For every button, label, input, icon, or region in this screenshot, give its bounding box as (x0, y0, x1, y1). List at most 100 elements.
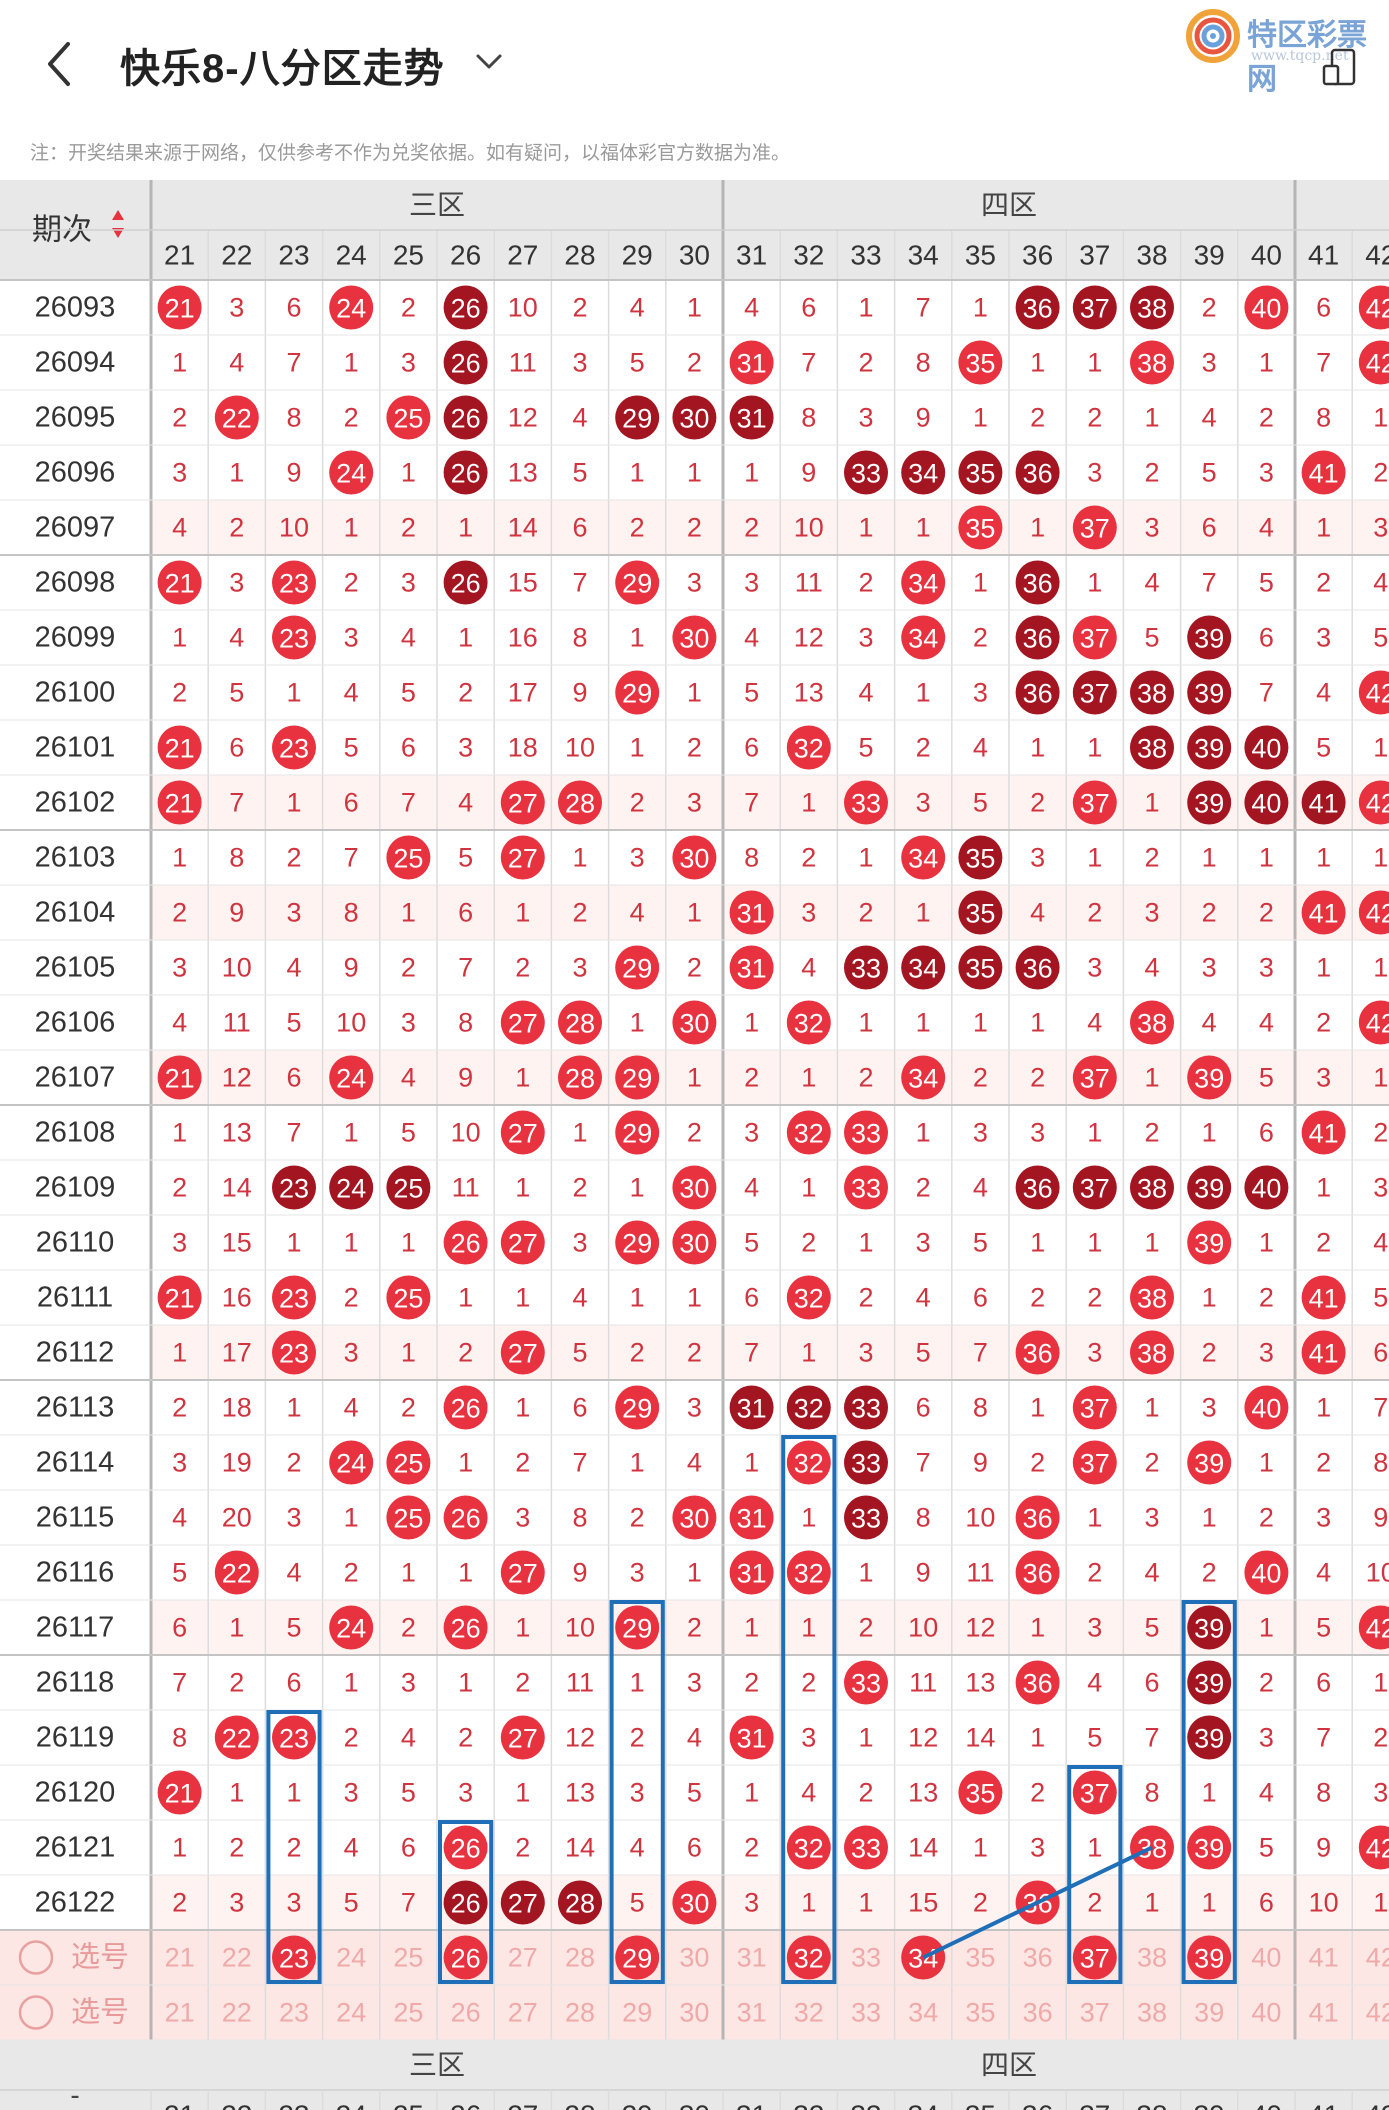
miss-count[interactable]: 13 (222, 1118, 252, 1148)
miss-count[interactable]: 1 (1202, 1283, 1217, 1313)
hit-number[interactable]: 28 (565, 1009, 595, 1039)
miss-count[interactable]: 2 (687, 1118, 702, 1148)
miss-count[interactable]: 1 (1030, 1723, 1045, 1753)
miss-count[interactable]: 1 (801, 1338, 816, 1368)
miss-count[interactable]: 1 (515, 1613, 530, 1643)
hit-number[interactable]: 35 (965, 1779, 995, 1809)
miss-count[interactable]: 10 (1309, 1888, 1339, 1918)
miss-count[interactable]: 1 (344, 1668, 359, 1698)
miss-count[interactable]: 1 (1144, 788, 1159, 818)
miss-count[interactable]: 5 (1087, 1723, 1102, 1753)
miss-count[interactable]: 5 (973, 1228, 988, 1258)
miss-count[interactable]: 4 (1030, 898, 1045, 928)
miss-count[interactable]: 11 (452, 1173, 480, 1203)
miss-count[interactable]: 1 (1144, 1888, 1159, 1918)
hit-number[interactable]: 36 (1023, 459, 1053, 489)
miss-count[interactable]: 4 (286, 1558, 301, 1588)
hit-number[interactable]: 29 (622, 1394, 652, 1424)
miss-count[interactable]: 6 (1144, 1668, 1159, 1698)
miss-count[interactable]: 1 (1202, 1503, 1217, 1533)
miss-count[interactable]: 2 (1087, 1283, 1102, 1313)
miss-count[interactable]: 3 (916, 1228, 931, 1258)
miss-count[interactable]: 3 (458, 1778, 473, 1808)
miss-count[interactable]: 7 (1316, 1723, 1331, 1753)
miss-count[interactable]: 6 (401, 733, 416, 763)
miss-count[interactable]: 5 (858, 733, 873, 763)
hit-number[interactable]: 34 (908, 1064, 938, 1094)
miss-count[interactable]: 1 (1087, 1228, 1102, 1258)
miss-count[interactable]: 5 (1373, 623, 1388, 653)
hit-number[interactable]: 26 (451, 1394, 481, 1424)
miss-count[interactable]: 6 (973, 1283, 988, 1313)
miss-count[interactable]: 1 (1202, 1888, 1217, 1918)
hit-number[interactable]: 26 (451, 1504, 481, 1534)
hit-number[interactable]: 27 (508, 1339, 538, 1369)
miss-count[interactable]: 3 (744, 1118, 759, 1148)
hit-number[interactable]: 35 (965, 899, 995, 929)
miss-count[interactable]: 9 (1373, 1503, 1388, 1533)
miss-count[interactable]: 6 (687, 1833, 702, 1863)
miss-count[interactable]: 4 (630, 293, 645, 323)
miss-count[interactable]: 8 (801, 403, 816, 433)
hit-number[interactable]: 33 (851, 954, 881, 984)
miss-count[interactable]: 7 (401, 1888, 416, 1918)
miss-count[interactable]: 1 (515, 1173, 530, 1203)
miss-count[interactable]: 1 (1259, 843, 1274, 873)
miss-count[interactable]: 1 (858, 1228, 873, 1258)
miss-count[interactable]: 1 (1316, 953, 1331, 983)
miss-count[interactable]: 1 (401, 458, 416, 488)
miss-count[interactable]: 2 (1144, 1448, 1159, 1478)
miss-count[interactable]: 1 (172, 1118, 187, 1148)
miss-count[interactable]: 2 (1144, 843, 1159, 873)
miss-count[interactable]: 3 (172, 1448, 187, 1478)
hit-number[interactable]: 36 (1023, 1174, 1053, 1204)
miss-count[interactable]: 2 (229, 1833, 244, 1863)
miss-count[interactable]: 3 (687, 1668, 702, 1698)
hit-number[interactable]: 33 (851, 1669, 881, 1699)
hit-number[interactable]: 42 (1366, 1834, 1389, 1864)
miss-count[interactable]: 2 (344, 1283, 359, 1313)
hit-number[interactable]: 32 (794, 1119, 824, 1149)
select-number[interactable]: 38 (1137, 1943, 1167, 1973)
miss-count[interactable]: 13 (508, 458, 538, 488)
miss-count[interactable]: 6 (572, 1393, 587, 1423)
hit-number[interactable]: 37 (1080, 624, 1110, 654)
select-number[interactable]: 28 (565, 1943, 595, 1973)
miss-count[interactable]: 9 (916, 1558, 931, 1588)
miss-count[interactable]: 3 (286, 1503, 301, 1533)
hit-number[interactable]: 33 (851, 1174, 881, 1204)
hit-number[interactable]: 26 (451, 404, 481, 434)
hit-number[interactable]: 42 (1366, 789, 1389, 819)
hit-number[interactable]: 23 (279, 734, 309, 764)
miss-count[interactable]: 2 (858, 1778, 873, 1808)
miss-count[interactable]: 2 (172, 898, 187, 928)
miss-count[interactable]: 12 (908, 1723, 938, 1753)
miss-count[interactable]: 3 (172, 1228, 187, 1258)
miss-count[interactable]: 4 (801, 1778, 816, 1808)
miss-count[interactable]: 4 (344, 1393, 359, 1423)
miss-count[interactable]: 2 (1316, 568, 1331, 598)
hit-number[interactable]: 37 (1080, 789, 1110, 819)
miss-count[interactable]: 1 (229, 1778, 244, 1808)
miss-count[interactable]: 1 (172, 843, 187, 873)
miss-count[interactable]: 5 (973, 788, 988, 818)
miss-count[interactable]: 3 (572, 1228, 587, 1258)
miss-count[interactable]: 2 (286, 1833, 301, 1863)
hit-number[interactable]: 29 (622, 1064, 652, 1094)
miss-count[interactable]: 3 (744, 568, 759, 598)
hit-number[interactable]: 37 (1080, 294, 1110, 324)
miss-count[interactable]: 2 (1373, 1118, 1388, 1148)
miss-count[interactable]: 7 (172, 1668, 187, 1698)
hit-number[interactable]: 27 (508, 1889, 538, 1919)
miss-count[interactable]: 10 (336, 1008, 366, 1038)
miss-count[interactable]: 2 (858, 348, 873, 378)
miss-count[interactable]: 13 (908, 1778, 938, 1808)
miss-count[interactable]: 9 (572, 678, 587, 708)
miss-count[interactable]: 4 (344, 678, 359, 708)
miss-count[interactable]: 3 (1373, 1778, 1388, 1808)
miss-count[interactable]: 8 (1316, 1778, 1331, 1808)
miss-count[interactable]: 13 (565, 1778, 595, 1808)
miss-count[interactable]: 7 (744, 788, 759, 818)
miss-count[interactable]: 2 (630, 788, 645, 818)
miss-count[interactable]: 4 (229, 623, 244, 653)
